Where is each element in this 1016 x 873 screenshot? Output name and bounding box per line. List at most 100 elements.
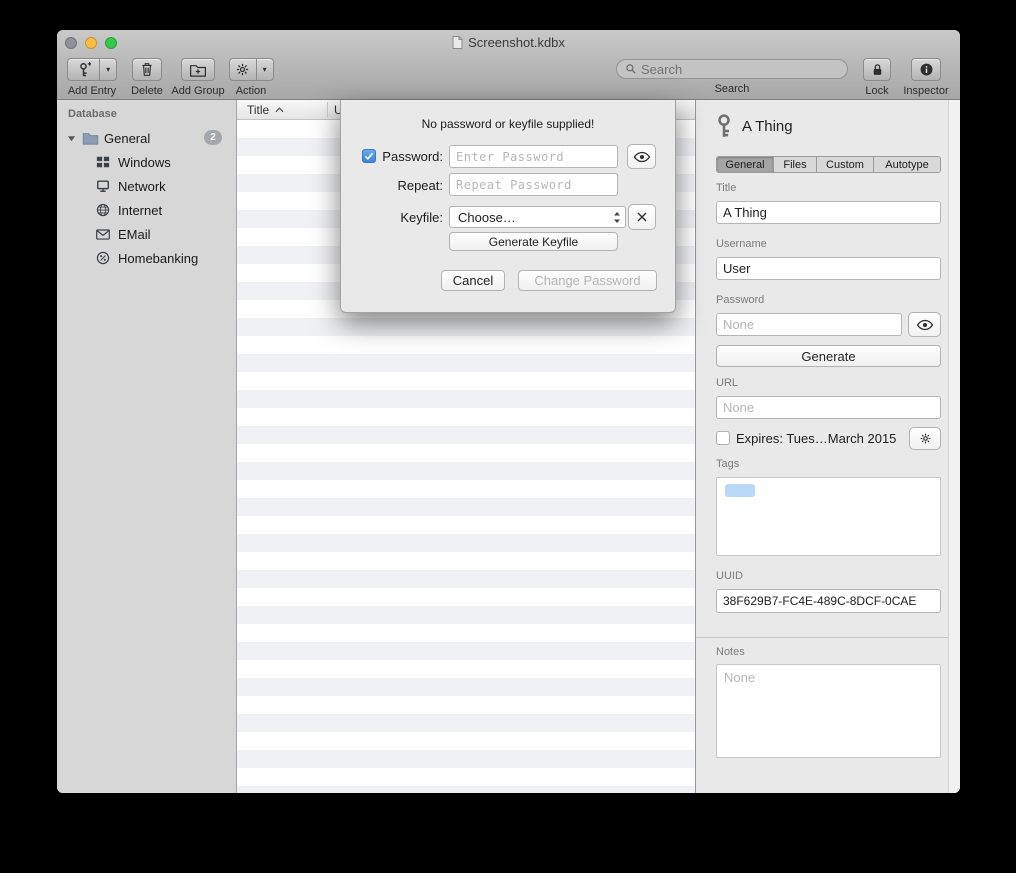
folder-plus-icon: [190, 63, 206, 77]
close-button[interactable]: [65, 37, 77, 49]
delete-label: Delete: [131, 85, 163, 97]
gear-icon: [919, 432, 932, 445]
search-icon: [625, 63, 637, 75]
change-password-button[interactable]: Change Password: [518, 270, 657, 291]
column-divider: [327, 102, 328, 117]
window-title: Screenshot.kdbx: [57, 30, 960, 55]
sidebar-item-email[interactable]: EMail: [57, 222, 236, 246]
sheet-repeat-label: Repeat:: [371, 178, 443, 193]
uuid-field[interactable]: [716, 589, 941, 613]
gear-icon: [230, 59, 257, 80]
sheet-keyfile-label: Keyfile:: [371, 210, 443, 225]
url-label: URL: [716, 377, 738, 389]
sheet-password-label: Password:: [371, 149, 443, 164]
search-field[interactable]: [616, 59, 848, 79]
sidebar-item-label: Windows: [118, 155, 171, 170]
sort-ascending-icon: [275, 107, 284, 113]
title-field[interactable]: [716, 201, 941, 224]
generate-keyfile-button[interactable]: Generate Keyfile: [449, 232, 618, 251]
expires-checkbox[interactable]: [716, 431, 730, 445]
add-entry-button[interactable]: ▾: [67, 58, 117, 81]
window-header: Screenshot.kdbx ▾ Add Entry: [57, 30, 960, 100]
clear-keyfile-button[interactable]: [628, 204, 656, 230]
chevron-down-icon: ▾: [257, 59, 273, 80]
change-password-label: Change Password: [534, 273, 640, 288]
windows-icon: [96, 155, 110, 169]
sidebar-item-general[interactable]: General 2: [57, 126, 236, 150]
url-field[interactable]: [716, 396, 941, 419]
lock-label: Lock: [865, 85, 888, 97]
info-icon: [919, 62, 934, 77]
generate-password-button[interactable]: Generate: [716, 345, 941, 367]
search-input[interactable]: [641, 62, 839, 77]
action-button[interactable]: ▾: [229, 58, 274, 81]
generate-label: Generate: [801, 349, 855, 364]
add-entry-label: Add Entry: [68, 85, 116, 97]
generate-keyfile-label: Generate Keyfile: [489, 235, 578, 249]
sheet-reveal-password-button[interactable]: [627, 144, 656, 169]
lock-button[interactable]: [863, 58, 891, 81]
notes-box[interactable]: None: [716, 664, 941, 758]
search-label: Search: [715, 83, 750, 95]
traffic-lights: [65, 37, 117, 49]
inspector-label: Inspector: [903, 85, 948, 97]
tags-box[interactable]: [716, 477, 941, 556]
expires-label: Expires: Tues…March 2015: [736, 431, 896, 446]
tags-label: Tags: [716, 458, 739, 470]
sheet-message: No password or keyfile supplied!: [341, 117, 675, 131]
action-label: Action: [236, 85, 267, 97]
internet-icon: [96, 203, 110, 217]
minimize-button[interactable]: [85, 37, 97, 49]
notes-label: Notes: [716, 646, 745, 658]
uuid-label: UUID: [716, 570, 743, 582]
keyfile-popup[interactable]: Choose…: [449, 206, 626, 228]
key-plus-icon: [68, 59, 100, 80]
password-field[interactable]: [716, 313, 902, 336]
tab-custom[interactable]: Custom: [817, 157, 874, 172]
group-count-badge: 2: [204, 130, 222, 145]
eye-icon: [633, 151, 651, 163]
tab-autotype[interactable]: Autotype: [874, 157, 940, 172]
sheet-repeat-input[interactable]: [449, 173, 618, 196]
sidebar-item-internet[interactable]: Internet: [57, 198, 236, 222]
sidebar-item-label: Homebanking: [118, 251, 198, 266]
inspector-scrollbar[interactable]: [948, 100, 960, 793]
username-field[interactable]: [716, 257, 941, 280]
lock-icon: [871, 63, 884, 77]
popup-stepper-icon: [613, 211, 621, 224]
sidebar-item-network[interactable]: Network: [57, 174, 236, 198]
keyfile-popup-value: Choose…: [458, 210, 516, 225]
disclosure-triangle-icon[interactable]: [67, 134, 76, 143]
zoom-button[interactable]: [105, 37, 117, 49]
notes-placeholder: None: [724, 670, 755, 685]
tab-general[interactable]: General: [717, 157, 774, 172]
inspector-button[interactable]: [911, 58, 941, 81]
sidebar-item-label: Network: [118, 179, 166, 194]
sidebar-item-windows[interactable]: Windows: [57, 150, 236, 174]
delete-button[interactable]: [132, 58, 162, 81]
titlebar: Screenshot.kdbx: [57, 30, 960, 55]
column-header-title[interactable]: Title: [247, 103, 284, 117]
sidebar-header: Database: [68, 108, 117, 120]
reveal-password-button[interactable]: [908, 312, 941, 337]
cancel-button[interactable]: Cancel: [441, 270, 505, 291]
document-icon: [452, 36, 463, 49]
inspector-divider: [696, 637, 948, 638]
sidebar-item-homebanking[interactable]: Homebanking: [57, 246, 236, 270]
tag-token[interactable]: [725, 484, 755, 497]
entry-header: A Thing: [714, 113, 793, 139]
trash-icon: [140, 62, 154, 77]
sheet-password-input[interactable]: [449, 145, 618, 168]
email-icon: [96, 229, 110, 240]
inspector-panel: A Thing General Files Custom Autotype Ti…: [695, 100, 960, 793]
tab-files[interactable]: Files: [774, 157, 817, 172]
add-group-label: Add Group: [171, 85, 224, 97]
entry-title: A Thing: [742, 118, 793, 135]
column-title-label: Title: [247, 103, 269, 117]
add-group-button[interactable]: [181, 58, 215, 81]
eye-icon: [916, 319, 934, 331]
expires-settings-button[interactable]: [909, 427, 941, 450]
cancel-label: Cancel: [453, 273, 493, 288]
sidebar-item-label: Internet: [118, 203, 162, 218]
username-label: Username: [716, 238, 767, 250]
